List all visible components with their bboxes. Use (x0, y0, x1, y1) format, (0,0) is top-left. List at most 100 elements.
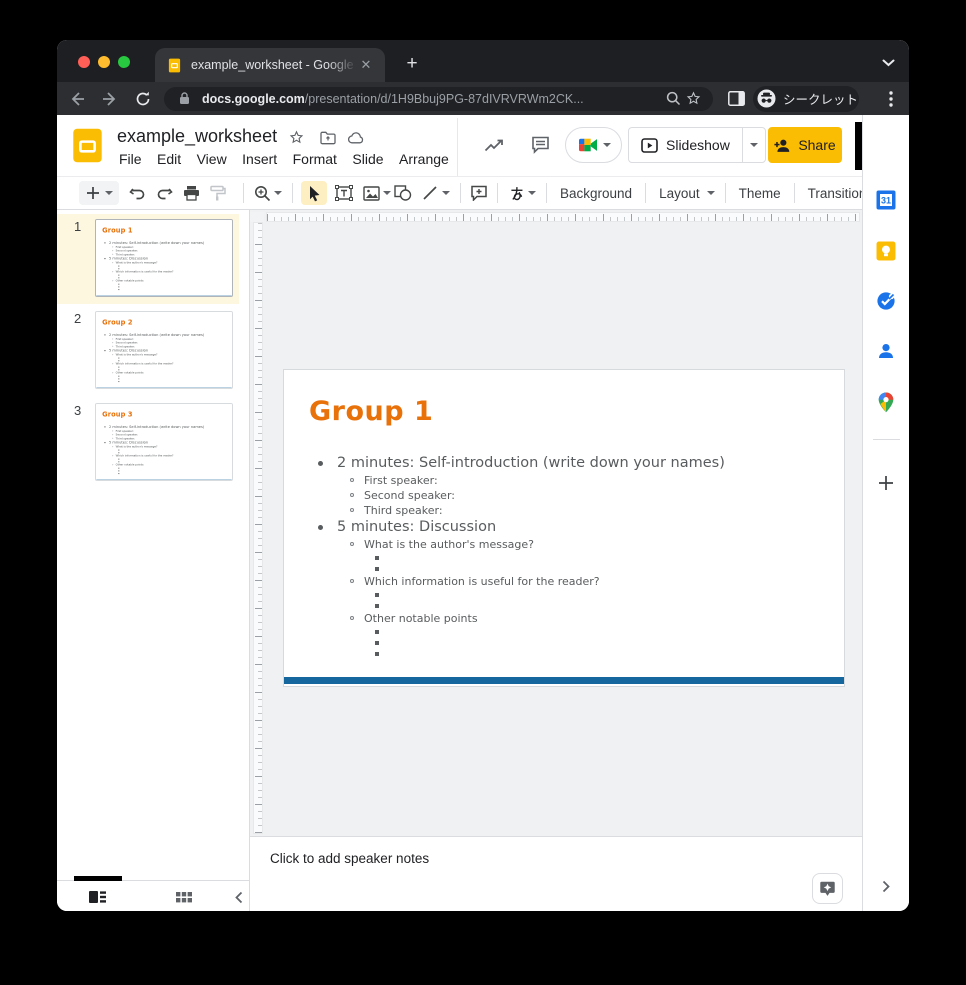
collapse-filmstrip-icon[interactable] (229, 887, 249, 907)
google-keep-icon[interactable] (876, 241, 896, 261)
redo-icon[interactable] (154, 183, 174, 203)
slideshow-dropdown[interactable] (742, 128, 765, 162)
move-to-folder-icon[interactable] (319, 129, 336, 146)
bookmark-star-icon[interactable] (683, 89, 703, 109)
bullet-item: First speaker: (112, 337, 230, 341)
share-button[interactable]: Share (768, 127, 842, 163)
bullet-item (375, 589, 830, 600)
input-tools-icon[interactable] (506, 183, 526, 203)
zoom-tool-icon[interactable] (252, 183, 272, 203)
menu-file[interactable]: File (119, 151, 142, 167)
theme-button[interactable]: Theme (734, 186, 786, 201)
slide-body[interactable]: 2 minutes: Self-introduction (write down… (318, 454, 830, 659)
new-tab-button[interactable]: + (399, 51, 425, 77)
bullet-item: Third speaker: (112, 345, 230, 349)
grid-view-icon[interactable] (174, 887, 194, 907)
cloud-saved-icon[interactable] (348, 129, 365, 146)
google-tasks-icon[interactable] (876, 291, 896, 311)
side-panel-icon[interactable] (724, 87, 748, 111)
bullet-text: What is the author's message? (116, 353, 158, 357)
slide-editor[interactable]: Group 1 2 minutes: Self-introduction (wr… (283, 369, 845, 687)
add-addon-icon[interactable] (876, 473, 896, 493)
reload-icon[interactable] (131, 87, 155, 111)
bullet-marker (112, 262, 113, 263)
slide-canvas[interactable]: Group 1 2 minutes: Self-introduction (wr… (250, 210, 862, 836)
insert-shape-icon[interactable] (393, 183, 413, 203)
zoom-caret[interactable] (272, 183, 284, 203)
zoom-page-icon[interactable] (663, 89, 683, 109)
minimize-traffic-light[interactable] (98, 56, 110, 68)
slides-logo[interactable] (72, 127, 103, 164)
close-traffic-light[interactable] (78, 56, 90, 68)
google-maps-icon[interactable] (876, 392, 896, 412)
slide-thumbnail-1[interactable]: Group 1 2 minutes: Self-introduction (wr… (95, 219, 233, 297)
vertical-ruler (253, 222, 263, 834)
new-slide-caret[interactable] (103, 183, 115, 203)
browser-tab[interactable]: example_worksheet - Google S ✕ (155, 48, 385, 82)
bullet-marker (104, 426, 105, 427)
tab-close-icon[interactable]: ✕ (357, 56, 375, 74)
comment-history-icon[interactable] (527, 132, 553, 158)
slide-thumbnail-row-2[interactable]: 2 Group 2 2 minutes: Self-introduction (… (57, 306, 239, 396)
google-contacts-icon[interactable] (876, 341, 896, 361)
print-icon[interactable] (181, 183, 201, 203)
explore-button[interactable] (812, 873, 843, 904)
speaker-notes-placeholder[interactable]: Click to add speaker notes (270, 851, 429, 866)
slide-thumbnail-row-1[interactable]: 1 Group 1 2 minutes: Self-introduction (… (57, 214, 239, 304)
insert-line-caret[interactable] (440, 183, 452, 203)
text-box-icon[interactable] (334, 183, 354, 203)
new-slide-plus-icon[interactable] (83, 183, 103, 203)
thumb-slide-accent-bar (96, 296, 233, 297)
back-icon[interactable] (65, 87, 89, 111)
menu-format[interactable]: Format (293, 151, 337, 167)
bullet-text: Which information is useful for the read… (116, 454, 174, 458)
bullet-marker (118, 367, 119, 368)
insert-image-icon[interactable] (361, 183, 381, 203)
bullet-marker (118, 284, 119, 285)
bullet-item (375, 552, 830, 563)
browser-tab-strip: example_worksheet - Google S ✕ + (57, 40, 909, 82)
star-document-icon[interactable] (288, 129, 305, 146)
insert-comment-icon[interactable] (469, 183, 489, 203)
bullet-item (375, 626, 830, 637)
bullet-marker (118, 450, 119, 451)
menu-view[interactable]: View (197, 151, 227, 167)
slide-title[interactable]: Group 1 (309, 396, 433, 428)
expand-side-panel-icon[interactable] (876, 876, 896, 896)
document-title[interactable]: example_worksheet (117, 126, 277, 147)
paint-format-icon (208, 183, 228, 203)
slideshow-button[interactable]: Slideshow (629, 128, 742, 162)
thumb-slide-title: Group 1 (102, 226, 133, 234)
bullet-item (118, 288, 230, 291)
insert-image-caret[interactable] (381, 183, 393, 203)
menu-slide[interactable]: Slide (352, 151, 383, 167)
activity-trend-icon[interactable] (481, 132, 507, 158)
bullet-item: What is the author's message? (112, 353, 230, 357)
slide-thumbnail-row-3[interactable]: 3 Group 3 2 minutes: Self-introduction (… (57, 398, 239, 488)
undo-icon[interactable] (127, 183, 147, 203)
slides-favicon (167, 58, 182, 73)
select-tool-icon[interactable] (301, 181, 327, 205)
filmstrip-view-icon[interactable] (87, 887, 107, 907)
google-calendar-icon[interactable]: 31 (876, 190, 896, 210)
fullscreen-traffic-light[interactable] (118, 56, 130, 68)
slide-thumbnail-3[interactable]: Group 3 2 minutes: Self-introduction (wr… (95, 403, 233, 481)
forward-icon[interactable] (98, 87, 122, 111)
insert-line-icon[interactable] (420, 183, 440, 203)
input-tools-caret[interactable] (526, 183, 538, 203)
bullet-item (118, 460, 230, 463)
bullet-marker (375, 593, 379, 597)
bullet-marker (112, 363, 113, 364)
layout-button[interactable]: Layout (654, 186, 705, 201)
background-button[interactable]: Background (555, 186, 637, 201)
url-bar[interactable]: docs.google.com/presentation/d/1H9Bbuj9P… (164, 87, 713, 111)
meet-button[interactable] (565, 127, 622, 163)
layout-caret[interactable] (705, 183, 717, 203)
menu-arrange[interactable]: Arrange (399, 151, 449, 167)
menu-insert[interactable]: Insert (242, 151, 277, 167)
tab-search-chevron-icon[interactable] (877, 52, 899, 74)
bullet-text: Second speaker: (116, 433, 138, 437)
menu-edit[interactable]: Edit (157, 151, 181, 167)
browser-menu-icon[interactable] (879, 87, 903, 111)
slide-thumbnail-2[interactable]: Group 2 2 minutes: Self-introduction (wr… (95, 311, 233, 389)
